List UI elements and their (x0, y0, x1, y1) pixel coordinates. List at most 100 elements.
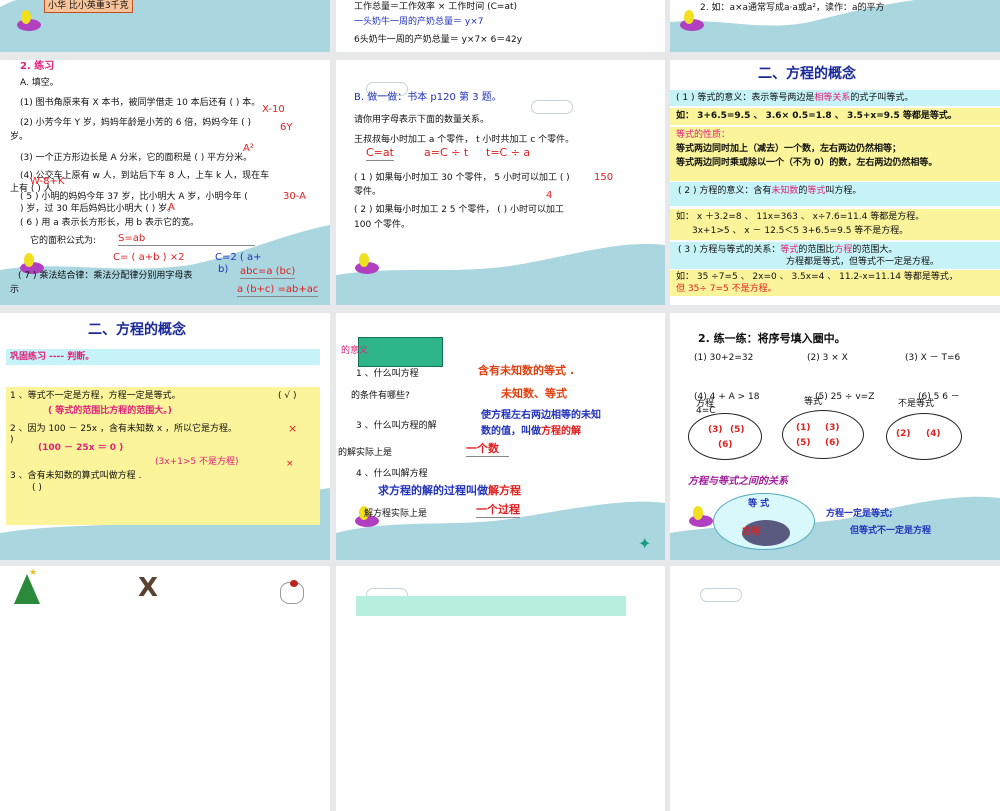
set-label: 方程 (742, 527, 761, 537)
answer: 一个过程 (476, 503, 520, 518)
text-line: 等式两边同时乘或除以一个（不为 0）的数，左右两边仍然相等。 (676, 158, 938, 168)
statement: ( ) (32, 483, 42, 493)
slide-thumbnail[interactable]: ★ X (0, 566, 330, 811)
text-line: ( 2 ) 方程的意义：含有未知数的等式叫方程。 (678, 186, 861, 196)
text: 的式子叫等式。 (850, 93, 914, 103)
statement: 2 、因为 100 － 25x ，含有未知数 x ，所以它是方程。 (10, 424, 238, 434)
banner-label: 的意义 (341, 346, 369, 356)
text-line: ( 1 ) 等式的意义：表示等号两边是相等关系的式子叫等式。 (676, 93, 913, 103)
text: 解方程 (488, 484, 521, 497)
answer: 4 (546, 190, 553, 201)
note: ( 等式的范围比方程的范围大。) (48, 406, 172, 416)
star-icon: ★ (29, 568, 38, 578)
expression: (2) 3 × X (807, 353, 848, 363)
question: ( 5 ) 小明的妈妈今年 37 岁，比小明大 A 岁，小明今年 ( (20, 192, 248, 202)
answer-box: 小华 比小英重3千克 (44, 0, 133, 14)
answer: W-8+K (30, 176, 65, 187)
text-line: 等式的性质： (676, 130, 731, 140)
statement: 3 、含有未知数的算式叫做方程 . (10, 471, 142, 481)
question: 4 、什么叫解方程 (356, 469, 428, 479)
set-member: (6) (718, 440, 733, 450)
slide-exercise[interactable]: 2. 练一练：将序号填入圈中。 (1) 30+2=32 (2) 3 × X (3… (670, 313, 1000, 560)
set-oval (782, 410, 864, 459)
question: 零件。 (354, 187, 382, 197)
set-member: (6) (825, 438, 840, 448)
cloud-icon (531, 100, 573, 114)
slide-concept[interactable]: 二、方程的概念 ( 1 ) 等式的意义：表示等号两边是相等关系的式子叫等式。 如… (670, 60, 1000, 305)
text: 方程的解 (541, 426, 581, 437)
subheading: A. 填空。 (20, 78, 59, 88)
text: 的范围比 (798, 245, 835, 255)
logo-icon (12, 7, 46, 33)
answer: X-10 (262, 104, 285, 115)
answer: 30-A (283, 191, 306, 202)
text-line: 等式两边同时加上（减去）一个数，左右两边仍然相等； (676, 144, 902, 154)
text-line: 6头奶牛一周的产奶总量＝ y×7× 6＝42y (354, 35, 523, 45)
slide-title: 二、方程的概念 (758, 66, 856, 82)
answer: 使方程左右两边相等的未知 (481, 410, 601, 421)
question: 100 个零件。 (354, 220, 411, 230)
text: 的范围大。 (852, 245, 898, 255)
text-line: 2. 如：a×a通常写成a·a或a²，读作：a的平方 (700, 3, 885, 13)
question: ) 岁，过 30 年后妈妈比小明大 ( ) 岁。 (20, 204, 177, 214)
text-line: 工作总量＝工作效率 × 工作时间 (C=at) (354, 2, 518, 12)
slide-thumbnail[interactable]: 工作总量＝工作效率 × 工作时间 (C=at) 一头奶牛一周的产奶总量＝ y×7… (336, 0, 665, 52)
answer: 未知数、等式 (501, 387, 567, 400)
text: 相等关系 (814, 93, 851, 103)
scroll-banner (358, 337, 443, 367)
answer: a (b+c) =ab+ac (237, 284, 319, 297)
heading: 2. 练一练：将序号填入圈中。 (698, 332, 846, 345)
slide-do[interactable]: B. 做一做：书本 p120 第 3 题。 请你用字母表示下面的数量关系。 王叔… (336, 60, 665, 305)
set-member: (1) (796, 423, 811, 433)
answer: A² (243, 143, 254, 154)
teal-band (356, 596, 626, 616)
set-member: (4) (926, 429, 941, 439)
text-line: 如： 35 ÷7=5 、 2x=0 、 3.5x=4 、 11.2-x=11.1… (676, 272, 958, 282)
answer: 数的值，叫做方程的解 (481, 426, 581, 438)
note: 方程一定是等式; (826, 509, 893, 519)
text: 数的值，叫做 (481, 426, 541, 437)
formula: a=C ÷ t (424, 146, 469, 159)
text-line: 王叔叔每小时加工 a 个零件， t 小时共加工 c 个零件。 (354, 135, 575, 145)
text-line: 巩固练习 ---- 判断。 (10, 352, 95, 362)
set-member: (5) (730, 425, 745, 435)
question: ( 7 ) 乘法结合律：乘法分配律分别用字母表 (18, 271, 193, 281)
set-member: (5) (796, 438, 811, 448)
statement: 1 、等式不一定是方程，方程一定是等式。 (10, 391, 181, 401)
set-label: 不是等式 (898, 399, 935, 409)
note: (3x+1>5 不是方程) (155, 457, 239, 467)
formula: C=at (366, 146, 394, 161)
slide-thumbnail[interactable]: 小华 比小英重3千克 (0, 0, 330, 52)
heading: 方程与等式之间的关系 (688, 476, 788, 487)
note: 但等式不一定是方程 (850, 526, 932, 536)
text: ( 2 ) 方程的意义：含有 (678, 186, 772, 196)
set-member: (3) (825, 423, 840, 433)
question: ( 1 ) 如果每小时加工 30 个零件， 5 小时可以加工 ( ) (354, 173, 570, 183)
slide-thumbnail[interactable] (336, 566, 665, 811)
slide-thumbnail[interactable]: 2. 如：a×a通常写成a·a或a²，读作：a的平方 (670, 0, 1000, 52)
question: 它的面积公式为: (30, 236, 97, 246)
question: 的解实际上是 (338, 448, 393, 458)
slide-meaning[interactable]: 的意义 1 、什么叫方程 含有未知数的等式 . 的条件有哪些? 未知数、等式 3… (336, 313, 665, 560)
formula: t=C ÷ a (486, 146, 531, 159)
text: 方程 (834, 245, 853, 255)
answer: 6Y (280, 122, 293, 133)
set-label: 方程 (696, 399, 715, 409)
text-line: 但 35÷ 7=5 不是方程。 (676, 284, 777, 294)
set-oval (688, 413, 762, 460)
text: 等式 (780, 245, 799, 255)
question: ( 6 ) 用 a 表示长方形长，用 b 表示它的宽。 (20, 218, 200, 228)
question: (2) 小芳今年 Y 岁，妈妈年龄是小芳的 6 倍，妈妈今年 ( ) (20, 118, 252, 128)
text-line: ( 3 ) 方程与等式的关系：等式的范围比方程的范围大。 (678, 245, 897, 255)
set-member: (3) (708, 425, 723, 435)
answer: abc=a (bc) (240, 266, 296, 279)
slide-thumbnail[interactable] (670, 566, 1000, 811)
text: ( 1 ) 等式的意义：表示等号两边是 (676, 93, 815, 103)
text: 未知数 (771, 186, 799, 196)
slide-judge[interactable]: 二、方程的概念 巩固练习 ---- 判断。 1 、等式不一定是方程，方程一定是等… (0, 313, 330, 560)
slide-practice[interactable]: 2. 练习 A. 填空。 (1) 图书角原来有 X 本书，被同学借走 10 本后… (0, 60, 330, 305)
statement: ) (10, 435, 14, 445)
question: (3) 一个正方形边长是 A 分米，它的面积是 ( ) 平方分米。 (20, 153, 253, 163)
text-line: 如： 3+6.5=9.5 、 3.6× 0.5=1.8 、 3.5+x=9.5 … (676, 111, 957, 121)
text-line: 请你用字母表示下面的数量关系。 (354, 115, 490, 125)
